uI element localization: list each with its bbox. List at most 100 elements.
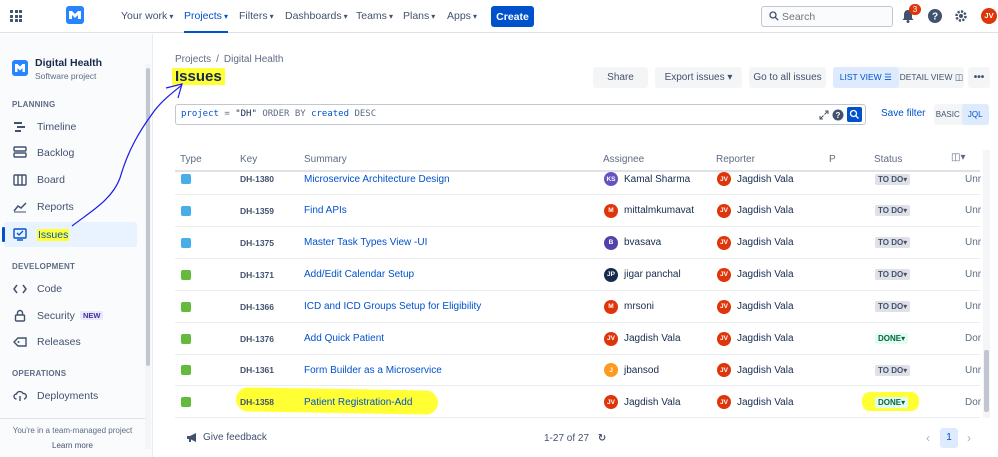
sidebar-item-board[interactable]: Board xyxy=(4,167,137,192)
nav-plans[interactable]: Plans ▾ xyxy=(403,0,435,33)
sidebar-scrollbar[interactable] xyxy=(145,64,151,449)
sidebar-item-timeline[interactable]: Timeline xyxy=(4,114,137,139)
column-picker-button[interactable]: ◫▾ xyxy=(951,152,965,163)
status-lozenge[interactable]: DONE▾ xyxy=(875,333,909,344)
sidebar-item-backlog[interactable]: Backlog xyxy=(4,140,137,165)
status-cell[interactable]: TO DO▾ xyxy=(875,227,911,259)
issue-key-link[interactable]: DH-1380 xyxy=(240,163,274,195)
table-row[interactable]: DH-1376 Add Quick Patient JV Jagdish Vala JV… xyxy=(175,323,981,355)
table-row[interactable]: DH-1359 Find APIs Mmittalmkumavat JV Jagdish… xyxy=(175,195,981,227)
nav-projects[interactable]: Projects ▾ xyxy=(184,0,228,33)
reporter-cell[interactable]: JV Jagdish Vala xyxy=(717,323,794,355)
status-cell[interactable]: TO DO▾ xyxy=(875,195,911,227)
reporter-cell[interactable]: JV Jagdish Vala xyxy=(717,354,794,386)
assignee-cell[interactable]: JP jigar panchal xyxy=(604,259,681,291)
assignee-cell[interactable]: Jjbansod xyxy=(604,354,659,386)
status-lozenge[interactable]: TO DO▾ xyxy=(875,205,911,217)
settings-gear-icon[interactable] xyxy=(953,8,969,24)
table-row[interactable]: DH-1361 Form Builder as a Microservice Jjb… xyxy=(175,354,981,387)
reporter-cell[interactable]: JV Jagdish Vala xyxy=(717,163,794,195)
issue-summary-link[interactable]: Master Task Types View -UI xyxy=(304,227,427,259)
assignee-cell[interactable]: Bbvasava xyxy=(604,227,661,259)
create-button[interactable]: Create xyxy=(491,6,534,27)
basic-mode-toggle[interactable]: BASIC xyxy=(934,104,962,125)
search-box[interactable] xyxy=(761,6,893,27)
issue-key-link[interactable]: DH-1361 xyxy=(240,354,274,386)
status-cell[interactable]: TO DO▾ xyxy=(875,163,911,195)
assignee-cell[interactable]: Mmittalmkumavat xyxy=(604,195,694,227)
issue-summary-link[interactable]: Add/Edit Calendar Setup xyxy=(304,259,414,291)
reporter-cell[interactable]: JV Jagdish Vala xyxy=(717,259,794,291)
status-cell[interactable]: TO DO▾ xyxy=(875,259,911,291)
search-input[interactable] xyxy=(782,9,890,24)
sidebar-item-code[interactable]: Code xyxy=(4,276,137,301)
more-actions-button[interactable]: ••• xyxy=(968,67,990,88)
learn-more-link[interactable]: Learn more xyxy=(0,441,145,450)
issue-key-link[interactable]: DH-1371 xyxy=(240,259,274,291)
jql-mode-toggle[interactable]: JQL xyxy=(961,104,989,125)
go-to-all-issues-button[interactable]: Go to all issues xyxy=(749,67,826,88)
reporter-cell[interactable]: JV Jagdish Vala xyxy=(717,195,794,227)
sidebar-item-deployments[interactable]: Deployments xyxy=(4,383,137,408)
sidebar-scrollbar-thumb[interactable] xyxy=(146,68,150,366)
table-row[interactable]: DH-1366 ICD and ICD Groups Setup for Elig… xyxy=(175,291,981,323)
project-name[interactable]: Digital Health xyxy=(35,57,102,69)
breadcrumb-digital-health[interactable]: Digital Health xyxy=(224,54,283,65)
issue-key-link[interactable]: DH-1359 xyxy=(240,195,274,227)
reporter-cell[interactable]: JV Jagdish Vala xyxy=(717,386,794,418)
save-filter-link[interactable]: Save filter xyxy=(881,108,925,119)
nav-filters[interactable]: Filters ▾ xyxy=(239,0,274,33)
expand-icon[interactable] xyxy=(819,110,829,120)
issue-summary-link[interactable]: Microservice Architecture Design xyxy=(304,163,450,195)
issue-summary-link[interactable]: Find APIs xyxy=(304,195,347,227)
nav-dashboards[interactable]: Dashboards ▾ xyxy=(285,0,348,33)
sidebar-item-reports[interactable]: Reports xyxy=(4,194,137,219)
table-scrollbar[interactable] xyxy=(983,150,990,418)
export-issues-button[interactable]: Export issues ▾ xyxy=(655,67,742,88)
status-cell[interactable]: DONE▾ xyxy=(875,386,909,418)
status-lozenge[interactable]: TO DO▾ xyxy=(875,364,911,376)
breadcrumb-projects[interactable]: Projects xyxy=(175,54,211,65)
issue-summary-link[interactable]: Patient Registration-Add xyxy=(304,386,412,418)
table-row[interactable]: DH-1358 Patient Registration-Add JV Jagdish… xyxy=(175,386,981,419)
sidebar-item-releases[interactable]: Releases xyxy=(4,329,137,354)
issue-summary-link[interactable]: ICD and ICD Groups Setup for Eligibility xyxy=(304,291,481,323)
nav-apps[interactable]: Apps ▾ xyxy=(447,0,477,33)
status-cell[interactable]: TO DO▾ xyxy=(875,291,911,323)
table-row[interactable]: DH-1371 Add/Edit Calendar Setup JP jigar pa… xyxy=(175,259,981,291)
share-button[interactable]: Share xyxy=(593,67,648,88)
reporter-cell[interactable]: JV Jagdish Vala xyxy=(717,291,794,323)
give-feedback-button[interactable]: Give feedback xyxy=(186,432,267,443)
sidebar-item-issues[interactable]: Issues xyxy=(2,222,137,247)
previous-page-chevron-icon[interactable]: ‹ xyxy=(926,431,930,445)
table-scrollbar-thumb[interactable] xyxy=(984,350,989,412)
assignee-cell[interactable]: Mmrsoni xyxy=(604,291,654,323)
sidebar-item-security[interactable]: Security NEW xyxy=(4,303,137,328)
nav-teams[interactable]: Teams ▾ xyxy=(356,0,393,33)
table-row[interactable]: DH-1380 Microservice Architecture Design K… xyxy=(175,163,981,195)
detail-view-toggle[interactable]: DETAIL VIEW ◫ xyxy=(899,67,965,88)
run-search-button[interactable] xyxy=(847,107,862,122)
status-cell[interactable]: DONE▾ xyxy=(875,323,909,355)
next-page-chevron-icon[interactable]: › xyxy=(967,431,971,445)
user-avatar[interactable]: JV xyxy=(981,8,997,24)
status-lozenge[interactable]: DONE▾ xyxy=(875,396,909,408)
table-row[interactable]: DH-1375 Master Task Types View -UI Bbvasav… xyxy=(175,227,981,259)
page-number-button[interactable]: 1 xyxy=(940,428,958,448)
status-lozenge[interactable]: TO DO▾ xyxy=(875,173,911,185)
help-icon[interactable]: ? xyxy=(927,8,943,24)
refresh-icon[interactable]: ↻ xyxy=(598,433,606,444)
jql-query-input[interactable]: project = "DH" ORDER BY created DESC ? xyxy=(175,104,866,125)
nav-your-work[interactable]: Your work ▾ xyxy=(121,0,173,33)
jira-logo-icon[interactable] xyxy=(66,6,84,24)
reporter-cell[interactable]: JV Jagdish Vala xyxy=(717,227,794,259)
issue-key-link[interactable]: DH-1366 xyxy=(240,291,274,323)
app-switcher-icon[interactable] xyxy=(10,10,22,22)
status-lozenge[interactable]: TO DO▾ xyxy=(875,269,911,281)
status-cell[interactable]: TO DO▾ xyxy=(875,354,911,386)
issue-key-link[interactable]: DH-1375 xyxy=(240,227,274,259)
issue-summary-link[interactable]: Add Quick Patient xyxy=(304,323,384,355)
issue-summary-link[interactable]: Form Builder as a Microservice xyxy=(304,354,442,386)
status-lozenge[interactable]: TO DO▾ xyxy=(875,301,911,313)
assignee-cell[interactable]: JV Jagdish Vala xyxy=(604,386,681,418)
